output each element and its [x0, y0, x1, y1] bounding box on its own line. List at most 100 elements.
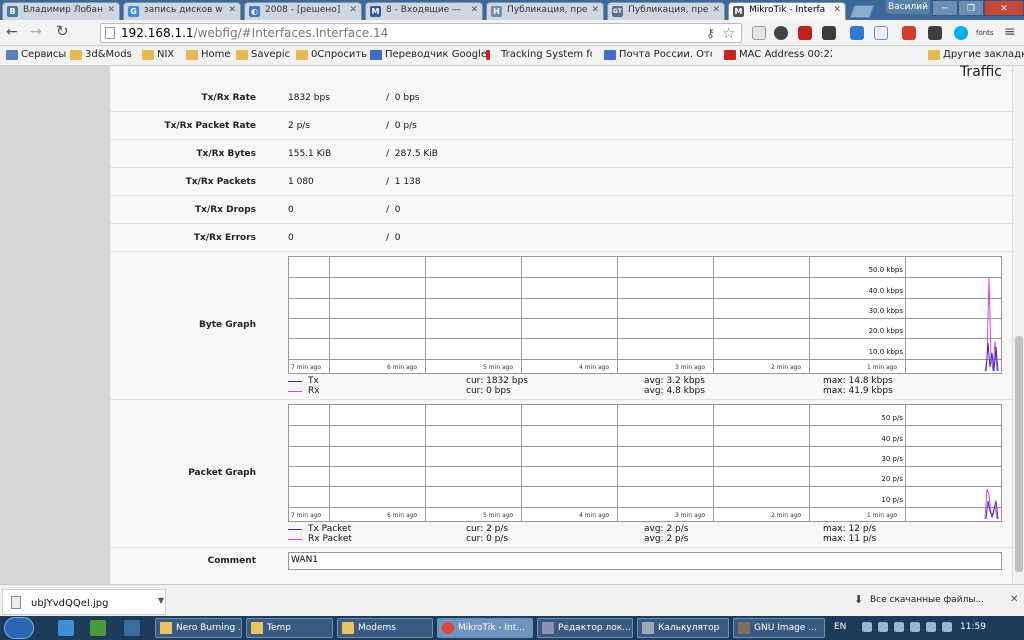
taskbar-item[interactable]: Калькулятор: [637, 618, 729, 638]
tray-icon[interactable]: [942, 622, 952, 632]
taskbar-item[interactable]: Редактор лок...: [537, 618, 633, 638]
tx-legend-swatch: [288, 381, 302, 382]
forward-icon[interactable]: →: [30, 24, 42, 40]
taskbar-item-active[interactable]: MikroTik - Int...: [437, 618, 533, 638]
bookmark-label: Другие закладки: [943, 49, 1024, 60]
post-icon: [604, 50, 616, 60]
tray-arrow-icon[interactable]: [862, 622, 872, 632]
file-icon: [11, 596, 21, 609]
tray-icon[interactable]: [878, 622, 888, 632]
legend-max: max: 41.9 kbps: [823, 386, 893, 396]
new-tab-button[interactable]: [849, 5, 875, 18]
task-label: Редактор лок...: [558, 623, 631, 633]
taskbar-item[interactable]: Temp: [246, 618, 333, 638]
page-info-icon[interactable]: [105, 27, 115, 39]
address-bar[interactable]: 192.168.1.1/webfig/#Interfaces.Interface…: [100, 23, 742, 43]
bookmark-item[interactable]: 0Спросить: [296, 49, 367, 60]
start-button[interactable]: [4, 617, 34, 639]
minimize-button[interactable]: ─: [932, 0, 958, 16]
bookmark-label: Сервисы: [21, 49, 67, 60]
legend-avg: avg: 2 p/s: [644, 534, 689, 544]
bookmark-item[interactable]: NIX: [142, 49, 174, 60]
download-icon: ⬇: [854, 593, 864, 606]
all-downloads-link[interactable]: Все скачанные файлы...: [870, 595, 984, 605]
bookmark-label: Savepic: [251, 49, 291, 60]
bookmark-item[interactable]: Переводчик Google: [370, 49, 487, 60]
lock-extension-icon[interactable]: [798, 26, 812, 40]
tray-icon[interactable]: [894, 622, 904, 632]
fonts-icon[interactable]: fonts: [976, 29, 994, 37]
utorrent-icon[interactable]: [90, 620, 106, 636]
other-bookmarks[interactable]: Другие закладки: [928, 49, 1024, 60]
close-icon[interactable]: ✕: [1010, 594, 1018, 605]
key-icon[interactable]: ⚷: [706, 26, 715, 40]
rx-value: 0 bps: [394, 93, 420, 103]
task-label: Nero Burning ...: [176, 623, 242, 633]
app-icon[interactable]: [124, 620, 140, 636]
stat-label: Tx/Rx Packets: [185, 177, 256, 187]
url-host: 192.168.1.1: [121, 26, 194, 40]
bookmark-star-icon[interactable]: ☆: [722, 24, 735, 42]
language-indicator[interactable]: EN: [834, 622, 846, 632]
taskbar-item[interactable]: GNU Image ...: [733, 618, 825, 638]
bookmark-item[interactable]: Savepic: [236, 49, 290, 60]
bookmark-item[interactable]: Сервисы: [6, 49, 66, 60]
network-icon[interactable]: [910, 622, 920, 632]
skype-icon[interactable]: [954, 26, 968, 40]
reload-icon[interactable]: ↻: [56, 22, 69, 40]
extension-icon[interactable]: [752, 26, 766, 40]
browser-tab[interactable]: ◐ 2008 - [решено] ✕: [244, 2, 362, 20]
ie-icon[interactable]: [58, 620, 74, 636]
bookmark-item[interactable]: Home: [186, 49, 231, 60]
bookmark-item[interactable]: MAC Address 00:22:4: [724, 49, 832, 60]
browser-tab-active[interactable]: M MikroTik - Interfa ✕: [728, 2, 846, 20]
extension-icon[interactable]: [902, 26, 916, 40]
browser-tab[interactable]: M 8 - Входящие — ✕: [365, 2, 483, 20]
byte-graph-legend: Tx cur: 1832 bps avg: 3.2 kbps max: 14.8…: [288, 376, 1002, 400]
close-tab-icon[interactable]: ✕: [470, 5, 478, 15]
extension-icon[interactable]: [928, 26, 942, 40]
profile-button[interactable]: Василий: [886, 0, 930, 14]
close-tab-icon[interactable]: ✕: [228, 5, 236, 15]
stat-row: Tx/Rx Rate 1832 bps / 0 bps: [110, 84, 1012, 112]
browser-tab[interactable]: H Публикация, пре ✕: [486, 2, 604, 20]
comment-field[interactable]: WAN1: [288, 552, 1002, 570]
mac-icon: [724, 50, 736, 60]
chevron-down-icon[interactable]: ▼: [158, 596, 164, 605]
folder-icon: [928, 50, 940, 60]
close-tab-icon[interactable]: ✕: [349, 5, 357, 15]
back-icon[interactable]: ←: [6, 24, 18, 40]
close-window-button[interactable]: ✕: [984, 0, 1024, 16]
close-tab-icon[interactable]: ✕: [712, 5, 720, 15]
apps-icon: [6, 50, 18, 60]
extension-icon[interactable]: [822, 26, 836, 40]
bookmark-item[interactable]: 3d&Mods: [70, 49, 132, 60]
shield-icon[interactable]: [874, 26, 888, 40]
separator: / 0: [386, 205, 401, 215]
volume-icon[interactable]: [926, 622, 936, 632]
bookmark-item[interactable]: Почта России. Отсле: [604, 49, 712, 60]
scrollbar-thumb[interactable]: [1015, 336, 1023, 572]
close-tab-icon[interactable]: ✕: [107, 5, 115, 15]
stat-row: Tx/Rx Packets 1 080 / 1 138: [110, 168, 1012, 196]
browser-tab[interactable]: Gзапись дисков w ✕: [123, 2, 241, 20]
gear-icon[interactable]: [774, 26, 788, 40]
page-scrollbar[interactable]: [1012, 66, 1024, 584]
legend-cur: cur: 1832 bps: [466, 376, 528, 386]
taskbar-item[interactable]: Nero Burning ...: [155, 618, 242, 638]
download-item[interactable]: ubJYvdQQeI.jpg ▼: [2, 589, 166, 615]
task-label: Temp: [267, 623, 291, 633]
section-title: Traffic: [959, 64, 1002, 80]
calendar-icon[interactable]: [850, 26, 864, 40]
browser-tab[interactable]: GT Публикация, пре ✕: [607, 2, 725, 20]
taskbar-item[interactable]: Modems: [337, 618, 433, 638]
graph-label: Packet Graph: [188, 468, 256, 478]
stat-label: Tx/Rx Drops: [195, 205, 256, 215]
bookmark-label: Переводчик Google: [385, 49, 487, 60]
menu-icon[interactable]: ≡: [1004, 24, 1016, 40]
maximize-button[interactable]: ❐: [958, 0, 984, 16]
bookmark-item[interactable]: Tracking System for C: [486, 49, 592, 60]
close-tab-icon[interactable]: ✕: [833, 5, 841, 15]
browser-tab[interactable]: В Владимир Лобан ✕: [2, 2, 120, 20]
close-tab-icon[interactable]: ✕: [591, 5, 599, 15]
